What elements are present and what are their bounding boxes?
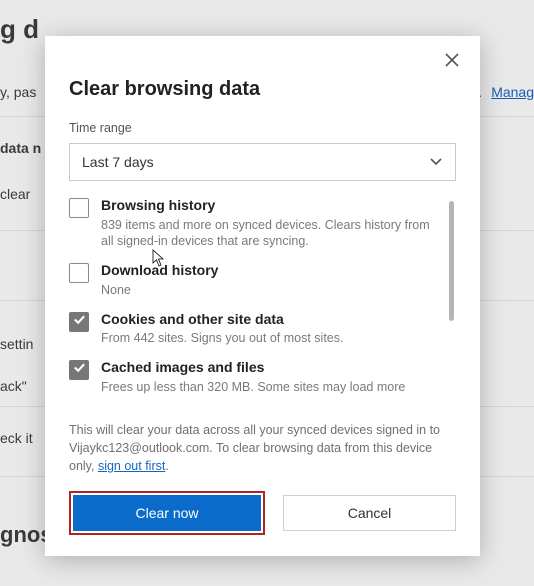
scrollbar-thumb[interactable]	[449, 201, 454, 321]
option-cookies: Cookies and other site data From 442 sit…	[69, 311, 438, 347]
checkbox-cached[interactable]	[69, 360, 89, 380]
cancel-button[interactable]: Cancel	[283, 495, 456, 531]
bg-data-fragment: data n	[0, 140, 41, 156]
dialog-actions: Clear now Cancel	[69, 491, 456, 535]
sign-out-first-link[interactable]: sign out first	[98, 459, 165, 473]
option-subtitle: From 442 sites. Signs you out of most si…	[101, 330, 343, 347]
bg-clear-fragment: clear	[0, 186, 30, 202]
option-title: Download history	[101, 262, 218, 280]
dialog-title: Clear browsing data	[69, 78, 456, 101]
option-title: Cookies and other site data	[101, 311, 343, 329]
time-range-select[interactable]: Last 7 days	[69, 143, 456, 181]
option-subtitle: None	[101, 282, 218, 299]
options-list: Browsing history 839 items and more on s…	[69, 197, 456, 415]
option-cached: Cached images and files Frees up less th…	[69, 359, 438, 395]
checkbox-browsing-history[interactable]	[69, 198, 89, 218]
clear-now-highlight: Clear now	[69, 491, 265, 535]
bg-sub-fragment: y, pas	[0, 84, 36, 100]
bg-eck-fragment: eck it	[0, 430, 33, 446]
option-title: Cached images and files	[101, 359, 405, 377]
option-title: Browsing history	[101, 197, 438, 215]
chevron-down-icon	[429, 154, 443, 171]
checkmark-icon	[73, 313, 86, 331]
clear-browsing-data-dialog: Clear browsing data Time range Last 7 da…	[45, 36, 480, 556]
checkbox-download-history[interactable]	[69, 263, 89, 283]
notice-text-post: .	[165, 459, 168, 473]
bg-manage-link-fragment: Manag	[491, 84, 534, 100]
option-subtitle: Frees up less than 320 MB. Some sites ma…	[101, 379, 405, 396]
bg-title-fragment: g d	[0, 14, 39, 45]
close-icon	[445, 53, 459, 72]
time-range-value: Last 7 days	[82, 154, 154, 170]
bg-ack-fragment: ack"	[0, 378, 27, 394]
bg-setting-fragment: settin	[0, 336, 33, 352]
time-range-label: Time range	[69, 121, 456, 135]
option-subtitle: 839 items and more on synced devices. Cl…	[101, 217, 438, 251]
checkmark-icon	[73, 361, 86, 379]
close-button[interactable]	[442, 52, 462, 72]
checkbox-cookies[interactable]	[69, 312, 89, 332]
sync-notice: This will clear your data across all you…	[69, 421, 456, 475]
option-browsing-history: Browsing history 839 items and more on s…	[69, 197, 438, 250]
clear-now-button[interactable]: Clear now	[73, 495, 261, 531]
option-download-history: Download history None	[69, 262, 438, 298]
